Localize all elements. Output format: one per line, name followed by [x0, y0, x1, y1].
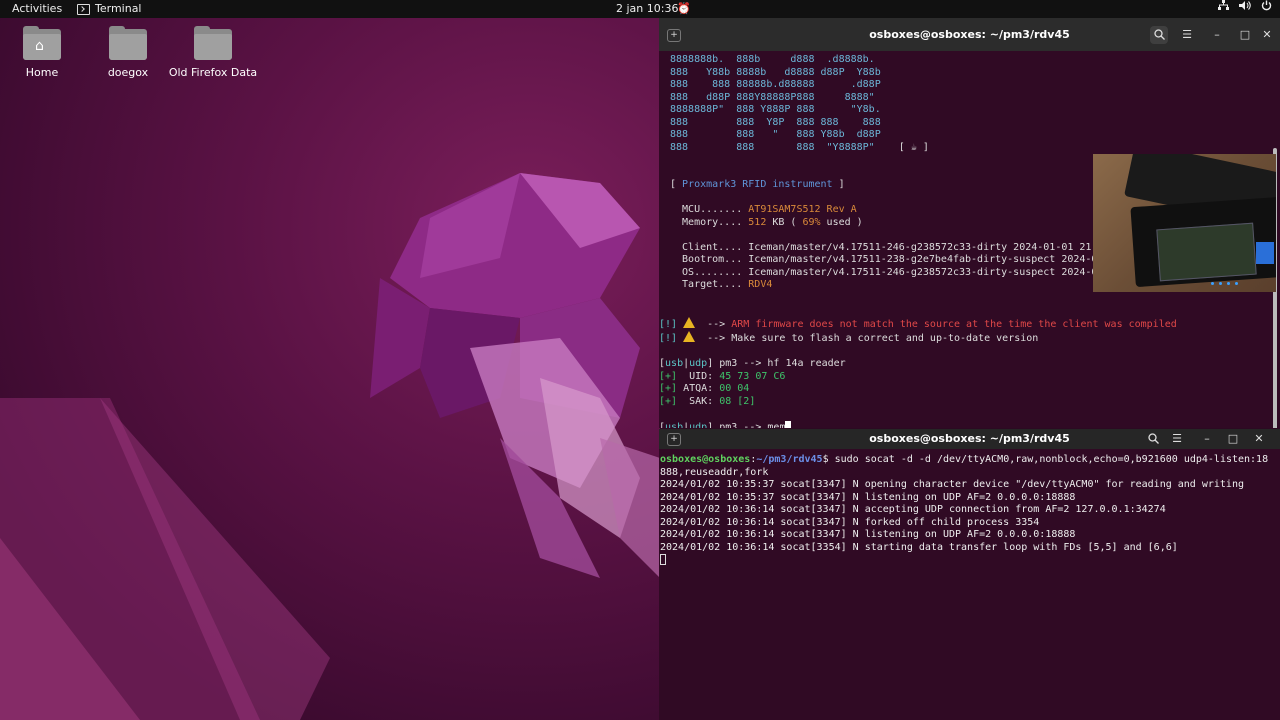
memory-mid: KB ( [766, 216, 803, 228]
ascii-line: 888 888 88888b.d88888 .d88P [670, 79, 881, 90]
window-titlebar[interactable]: osboxes@osboxes: ~/pm3/rdv45 + ☰ – □ ✕ [659, 429, 1280, 449]
log-line: 2024/01/02 10:36:14 socat[3347] N listen… [660, 529, 1076, 540]
warning-hint: Make sure to flash a correct and up-to-d… [731, 333, 1039, 344]
atqa-label: ATQA: [677, 383, 720, 394]
hamburger-menu-icon[interactable]: ☰ [1178, 26, 1196, 44]
command-input[interactable]: mem [767, 422, 785, 429]
banner-bracket: [ [670, 179, 683, 190]
log-line: 2024/01/02 10:36:14 socat[3347] N accept… [660, 504, 1166, 515]
log-line: 2024/01/02 10:36:14 socat[3354] N starti… [660, 541, 1178, 553]
close-icon[interactable]: ✕ [1250, 430, 1268, 448]
log-line: 2024/01/02 10:36:14 socat[3347] N forked… [660, 516, 1040, 528]
alarm-bell-icon: ⏰ [677, 2, 691, 15]
app-menu-label: Terminal [95, 2, 142, 15]
maximize-icon[interactable]: □ [1236, 26, 1254, 44]
target-label: Target.... [670, 279, 749, 290]
terminal-window-socat[interactable]: osboxes@osboxes: ~/pm3/rdv45 + ☰ – □ ✕ o… [659, 429, 1280, 720]
memory-end: used ) [820, 216, 863, 228]
search-icon[interactable] [1150, 26, 1168, 44]
warn-tag: [!] [659, 318, 678, 330]
memory-value: 512 [748, 216, 767, 228]
target-value: RDV4 [748, 279, 773, 290]
minimize-icon[interactable]: – [1208, 26, 1226, 44]
log-line: 2024/01/02 10:35:37 socat[3347] N listen… [660, 491, 1076, 503]
ascii-line: 888 888 " 888 Y88b d88P [670, 129, 881, 140]
sak-label: SAK: [677, 395, 720, 407]
activities-button[interactable]: Activities [12, 0, 62, 18]
desktop-icon-label: Home [25, 66, 59, 79]
wallpaper-jellyfish [0, 173, 660, 720]
result-tag: [+] [659, 395, 678, 407]
folder-icon [194, 26, 232, 60]
text-cursor [785, 420, 792, 428]
result-tag: [+] [659, 383, 678, 394]
hamburger-menu-icon[interactable]: ☰ [1168, 430, 1186, 448]
ascii-line: 888 Y88b 8888b d8888 d88P Y88b [670, 66, 881, 78]
desktop-icon-home[interactable]: ⌂ Home [0, 26, 87, 79]
warning-icon [683, 331, 696, 342]
prompt: [usb|udp] pm3 --> [659, 421, 768, 429]
clock[interactable]: 2 jan 10:36 [616, 0, 678, 18]
arrow: --> [701, 318, 726, 330]
network-icon [1218, 0, 1229, 10]
sak-value: 08 [2] [719, 395, 756, 407]
terminal-output[interactable]: osboxes@osboxes:~/pm3/rdv45$ sudo socat … [659, 449, 1280, 720]
result-tag: [+] [659, 370, 678, 382]
volume-icon [1239, 1, 1251, 10]
minimize-icon[interactable]: – [1198, 430, 1216, 448]
mcu-value: AT91SAM7S512 Rev A [748, 204, 857, 215]
bootrom-line: Bootrom... Iceman/master/v4.17511-238-g2… [670, 254, 1098, 265]
ascii-line: 888 d88P 888Y88888P888 8888" [670, 91, 875, 103]
warning-icon [683, 316, 696, 328]
folder-icon [109, 26, 147, 60]
home-folder-icon: ⌂ [23, 26, 61, 60]
maximize-icon[interactable]: □ [1224, 430, 1242, 448]
banner-bracket: ] [832, 179, 845, 190]
ascii-line: 888 888 Y8P 888 888 888 [670, 116, 881, 128]
client-line: Client.... Iceman/master/v4.17511-246-g2… [670, 241, 1098, 253]
working-directory: ~/pm3/rdv45 [756, 454, 823, 465]
uid-value: 45 73 07 C6 [719, 370, 786, 382]
new-tab-icon[interactable]: + [667, 29, 681, 42]
memory-label: Memory.... [670, 216, 749, 228]
text-cursor [660, 554, 666, 565]
desktop-icon-doegox[interactable]: doegox [83, 26, 173, 79]
ascii-line: 888 888 888 "Y8888P" [670, 141, 875, 153]
webcam-overlay [1093, 154, 1276, 292]
user-host: osboxes@osboxes [660, 454, 751, 465]
os-line: OS........ Iceman/master/v4.17511-246-g2… [670, 266, 1098, 278]
desktop[interactable]: ⌂ Home doegox Old Firefox Data [0, 18, 660, 720]
power-icon [1261, 0, 1272, 11]
warn-tag: [!] [659, 333, 678, 344]
atqa-value: 00 04 [719, 383, 750, 394]
close-icon[interactable]: ✕ [1258, 26, 1276, 44]
new-tab-icon[interactable]: + [667, 433, 681, 446]
ascii-line: 8888888P" 888 Y888P 888 "Y8b. [670, 104, 881, 115]
ascii-line: 8888888b. 888b d888 .d8888b. [670, 54, 875, 65]
desktop-icon-label: Old Firefox Data [168, 66, 258, 79]
top-bar: Activities Terminal 2 jan 10:36 ⏰ [0, 0, 1280, 18]
app-menu-terminal[interactable]: Terminal [77, 0, 142, 18]
log-line: 2024/01/02 10:35:37 socat[3347] N openin… [660, 479, 1244, 490]
system-tray[interactable] [1218, 0, 1272, 18]
command: sudo socat -d -d /dev/ttyACM0,raw,nonblo… [834, 454, 1269, 465]
coffee-badge: [ ☕ ] [898, 141, 929, 153]
prompt: [usb|udp] pm3 --> [659, 358, 768, 369]
arrow: --> [701, 333, 726, 344]
window-titlebar[interactable]: osboxes@osboxes: ~/pm3/rdv45 + ☰ – □ ✕ [659, 18, 1280, 51]
banner-title: Proxmark3 RFID instrument [682, 179, 833, 190]
desktop-icon-old-firefox-data[interactable]: Old Firefox Data [168, 26, 258, 79]
memory-percent: 69% [802, 216, 821, 228]
warning-message: ARM firmware does not match the source a… [731, 318, 1177, 330]
window-title: osboxes@osboxes: ~/pm3/rdv45 [869, 432, 1070, 445]
command-wrap: 888,reuseaddr,fork [660, 466, 769, 478]
uid-label: UID: [677, 370, 720, 382]
terminal-icon [77, 3, 90, 15]
search-icon[interactable] [1144, 430, 1162, 448]
prompt-dollar: $ [822, 454, 835, 465]
mcu-label: MCU....... [670, 204, 749, 215]
desktop-icon-label: doegox [107, 66, 149, 79]
command: hf 14a reader [767, 358, 846, 369]
